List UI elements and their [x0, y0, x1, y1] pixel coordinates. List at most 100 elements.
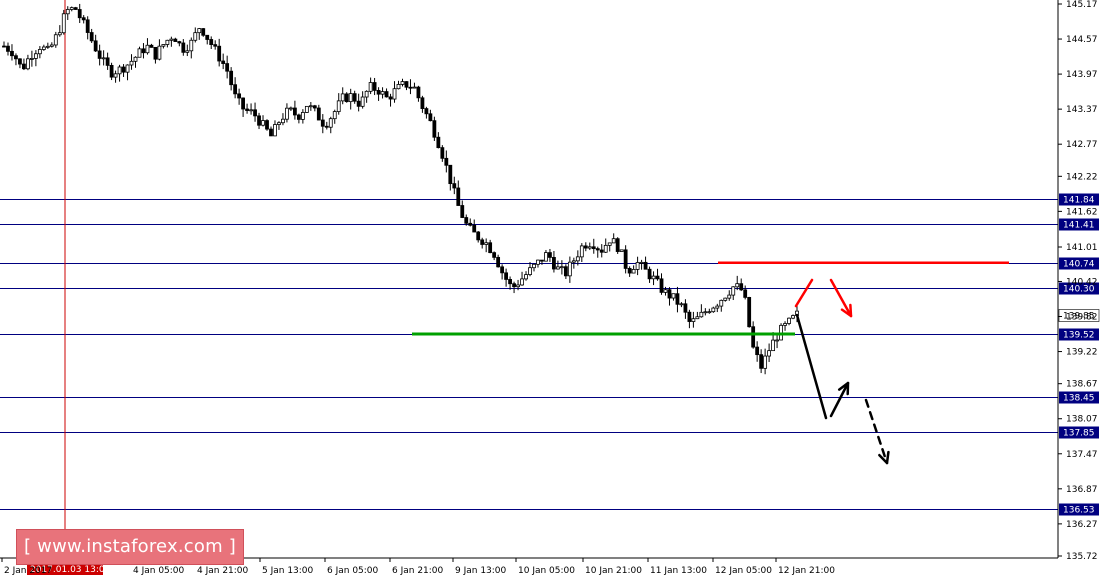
- candle-body: [496, 256, 501, 268]
- candle: [400, 78, 405, 87]
- candles: [2, 3, 799, 375]
- candle: [639, 259, 644, 270]
- forecast-black-down: [795, 313, 828, 420]
- candle-body: [33, 53, 38, 59]
- candle-body: [615, 238, 620, 252]
- candle-body: [121, 66, 126, 73]
- candle-body: [583, 245, 588, 249]
- candle: [412, 82, 417, 89]
- candle: [57, 25, 62, 37]
- candle: [492, 251, 497, 261]
- candle: [77, 3, 82, 24]
- candle: [85, 16, 90, 40]
- candle: [193, 27, 198, 43]
- candle-body: [41, 46, 46, 50]
- candle: [623, 245, 628, 274]
- candle-body: [731, 286, 736, 296]
- candle-body: [153, 46, 158, 60]
- y-tick-label: 139.82: [1066, 313, 1098, 323]
- candle: [173, 37, 178, 42]
- candle: [229, 67, 234, 91]
- candle-body: [312, 105, 317, 109]
- candle-body: [261, 120, 265, 126]
- candle-body: [217, 45, 222, 62]
- candle-body: [751, 326, 756, 348]
- candle-body: [233, 84, 238, 95]
- candle-body: [364, 90, 369, 98]
- candle: [332, 109, 337, 124]
- y-tick-label: 140.42: [1066, 277, 1098, 287]
- candle-body: [356, 100, 361, 107]
- candle-body: [26, 58, 30, 70]
- candle-body: [408, 86, 413, 89]
- candle: [217, 38, 222, 67]
- candle: [404, 81, 409, 91]
- candle: [129, 54, 134, 70]
- x-tick-label: 12 Jan 21:00: [778, 566, 835, 576]
- level-label: 141.41: [1063, 221, 1095, 231]
- candle-body: [69, 7, 74, 10]
- candle: [432, 116, 437, 141]
- candle-body: [663, 289, 668, 293]
- candle-body: [520, 278, 524, 286]
- forecast-red-down-arrow-shaft: [829, 278, 853, 318]
- candle-body: [205, 34, 210, 40]
- candle: [719, 299, 724, 312]
- candle-body: [245, 108, 249, 111]
- candle: [137, 46, 142, 58]
- x-tick-label: 10 Jan 05:00: [518, 566, 575, 576]
- candle: [233, 77, 238, 99]
- candle-body: [476, 231, 481, 241]
- candle-body: [169, 38, 174, 41]
- candle-body: [368, 82, 373, 92]
- candle-body: [376, 90, 381, 95]
- candle-body: [603, 244, 608, 253]
- candle: [468, 218, 473, 227]
- candle: [312, 104, 317, 112]
- candle-body: [460, 205, 465, 218]
- candle: [456, 180, 461, 206]
- y-tick-label: 141.62: [1066, 207, 1098, 217]
- candle-body: [396, 84, 401, 90]
- candle: [181, 39, 186, 56]
- candle: [536, 259, 540, 268]
- candle: [352, 90, 357, 104]
- candle-body: [340, 93, 345, 102]
- candle: [133, 56, 138, 68]
- candle-body: [109, 64, 114, 78]
- candle: [169, 36, 174, 47]
- candle-body: [273, 124, 277, 137]
- candle: [444, 150, 449, 173]
- candle-body: [767, 350, 772, 357]
- candle: [559, 260, 564, 275]
- candle: [113, 70, 118, 83]
- candle-body: [775, 339, 779, 342]
- y-tick-label: 142.77: [1066, 140, 1098, 150]
- candle-body: [344, 93, 349, 103]
- candle: [308, 102, 313, 111]
- candle-body: [448, 164, 453, 185]
- candle-body: [81, 17, 86, 21]
- candle: [65, 6, 70, 20]
- candle: [61, 9, 66, 35]
- candle-body: [472, 224, 477, 233]
- candle-body: [528, 267, 532, 275]
- candle: [376, 87, 381, 101]
- forecast-red-down-arrow: [829, 278, 853, 318]
- candle: [26, 54, 30, 71]
- y-tick-label: 141.01: [1066, 243, 1098, 253]
- candle: [460, 200, 465, 219]
- candle: [241, 97, 245, 117]
- candle-body: [639, 261, 644, 264]
- y-tick-label: 143.37: [1066, 105, 1098, 115]
- candle-body: [89, 32, 94, 42]
- candle-body: [563, 266, 568, 277]
- candle: [723, 297, 728, 302]
- candle-body: [125, 64, 130, 73]
- candle-body: [289, 107, 293, 110]
- candle-body: [647, 268, 652, 280]
- candle-body: [113, 73, 118, 78]
- candle: [691, 311, 696, 328]
- candle: [209, 36, 214, 50]
- candle: [703, 308, 708, 316]
